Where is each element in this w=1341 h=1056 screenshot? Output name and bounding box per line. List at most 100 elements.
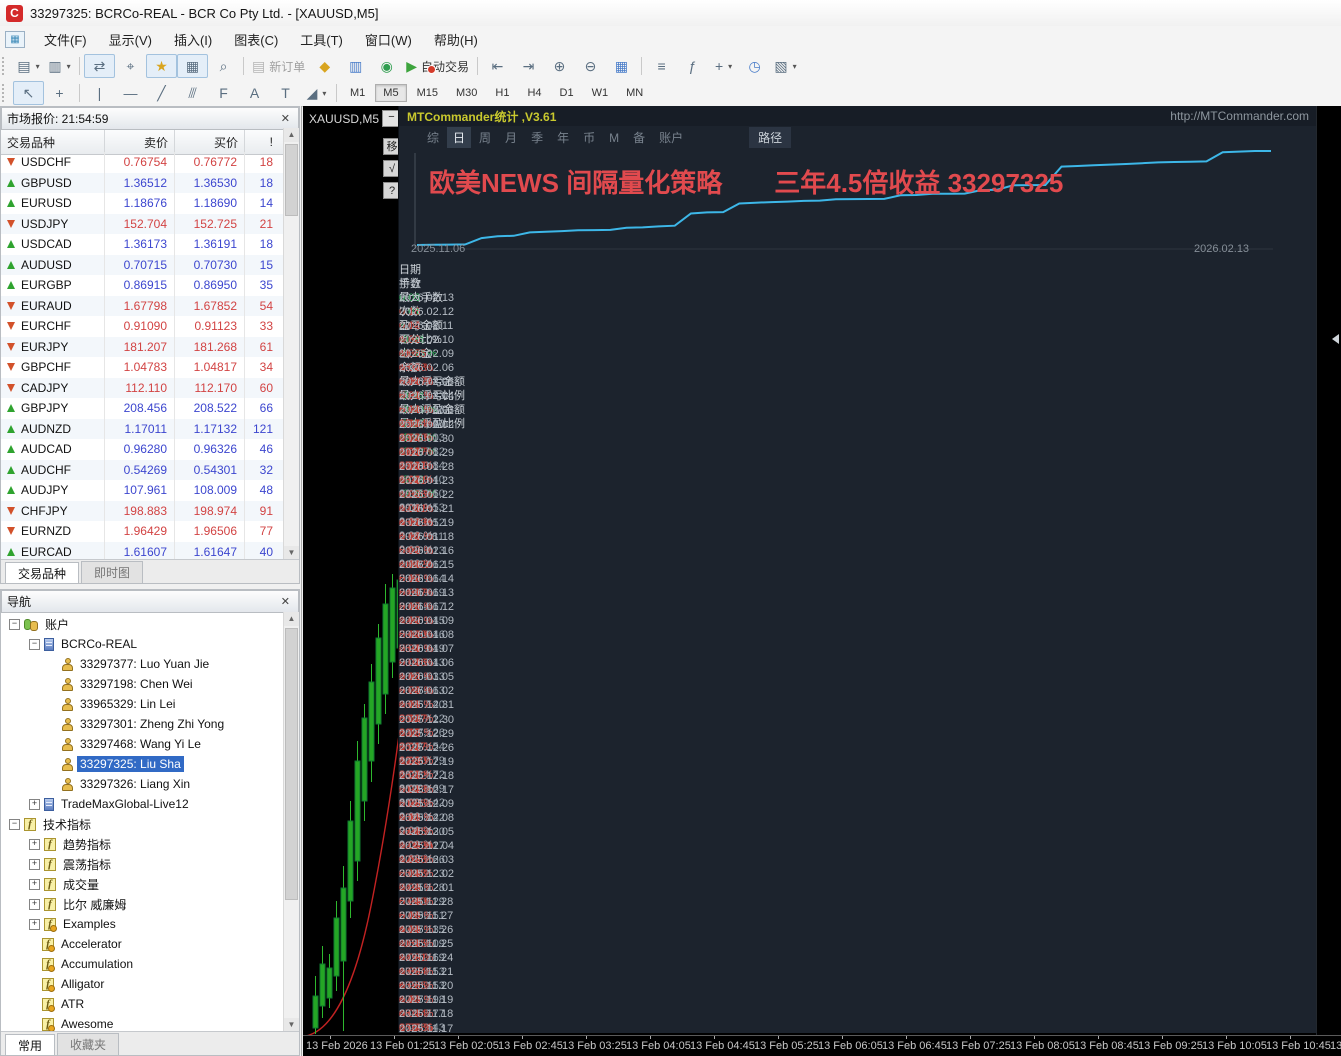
tree-item[interactable]: f Accelerator	[1, 934, 284, 954]
stats-tab-账户[interactable]: 账户	[653, 127, 689, 148]
market-watch-row[interactable]: AUDJPY 107.961 108.009 48	[1, 480, 284, 501]
tab-交易品种[interactable]: 交易品种	[5, 562, 80, 583]
close-icon[interactable]: ✕	[278, 595, 293, 608]
close-icon[interactable]: ✕	[278, 112, 293, 125]
tree-item[interactable]: 33297468: Wang Yi Le	[1, 734, 284, 754]
title-bar[interactable]: C 33297325: BCRCo-REAL - BCR Co Pty Ltd.…	[0, 0, 1341, 27]
menu-item-W[interactable]: 窗口(W)	[354, 27, 423, 52]
toolbar-drag-handle[interactable]	[2, 84, 9, 102]
hline-tool[interactable]: —	[115, 81, 146, 105]
tree-item[interactable]: f Accumulation	[1, 954, 284, 974]
fibonacci-tool[interactable]: F	[208, 81, 239, 105]
stats-tab-日[interactable]: 日	[447, 127, 472, 148]
menu-item-T[interactable]: 工具(T)	[289, 27, 354, 52]
signals-button[interactable]: ◉	[371, 54, 402, 78]
stats-tab-币[interactable]: 币	[577, 127, 601, 148]
market-watch-row[interactable]: EURAUD 1.67798 1.67852 54	[1, 295, 284, 316]
timeframe-MN[interactable]: MN	[618, 84, 651, 102]
scroll-down-icon[interactable]: ▼	[284, 546, 299, 560]
market-watch-row[interactable]: EURUSD 1.18676 1.18690 14	[1, 193, 284, 214]
shapes-tool[interactable]: ◢ ▾	[301, 81, 332, 105]
indicators-button[interactable]: ƒ	[677, 54, 708, 78]
navigator-toggle[interactable]: ★	[146, 54, 177, 78]
tree-item[interactable]: − 账户	[1, 614, 284, 634]
trendline-tool[interactable]: ╱	[146, 81, 177, 105]
scroll-up-icon[interactable]: ▲	[284, 612, 299, 626]
market-watch-row[interactable]: GBPUSD 1.36512 1.36530 18	[1, 172, 284, 193]
scrollbar-thumb[interactable]	[285, 144, 298, 216]
market-watch-toggle[interactable]: ⇄	[84, 54, 115, 78]
tree-item[interactable]: f Awesome	[1, 1014, 284, 1032]
stats-tab-月[interactable]: 月	[499, 127, 523, 148]
strategy-tester-toggle[interactable]: ⌕	[208, 54, 239, 78]
market-watch-row[interactable]: GBPCHF 1.04783 1.04817 34	[1, 357, 284, 378]
tree-item[interactable]: 33297198: Chen Wei	[1, 674, 284, 694]
market-watch-row[interactable]: USDCHF 0.76754 0.76772 18	[1, 152, 284, 173]
tab-收藏夹[interactable]: 收藏夹	[57, 1033, 120, 1055]
crosshair-tool[interactable]: +	[44, 81, 75, 105]
market-watch-row[interactable]: USDCAD 1.36173 1.36191 18	[1, 234, 284, 255]
timeframe-M30[interactable]: M30	[448, 84, 485, 102]
market-watch-row[interactable]: CHFJPY 198.883 198.974 91	[1, 500, 284, 521]
market-watch-row[interactable]: USDJPY 152.704 152.725 21	[1, 213, 284, 234]
terminal-toggle[interactable]: ▦	[177, 54, 208, 78]
tree-item[interactable]: 33297326: Liang Xin	[1, 774, 284, 794]
tree-item[interactable]: − f 技术指标	[1, 814, 284, 834]
label-tool[interactable]: T	[270, 81, 301, 105]
collapse-icon[interactable]: −	[9, 818, 20, 830]
menu-item-F[interactable]: 文件(F)	[33, 27, 98, 52]
tree-item[interactable]: f ATR	[1, 994, 284, 1014]
timeframe-M5[interactable]: M5	[375, 84, 407, 102]
market-watch-row[interactable]: AUDNZD 1.17011 1.17132 121	[1, 418, 284, 439]
tree-item[interactable]: f Alligator	[1, 974, 284, 994]
tree-item[interactable]: + f 趋势指标	[1, 834, 284, 854]
stats-tab-M[interactable]: M	[603, 129, 625, 147]
market-watch-row[interactable]: EURJPY 181.207 181.268 61	[1, 336, 284, 357]
tree-item[interactable]: + f 震荡指标	[1, 854, 284, 874]
market-watch-row[interactable]: AUDCHF 0.54269 0.54301 32	[1, 459, 284, 480]
tree-item[interactable]: 33297377: Luo Yuan Jie	[1, 654, 284, 674]
chart-area[interactable]: XAUUSD,M5 − 移 √ ? MTCommander统计 ,V3.61 h…	[303, 106, 1341, 1056]
timeframe-D1[interactable]: D1	[552, 84, 582, 102]
market-watch-row[interactable]: AUDCAD 0.96280 0.96326 46	[1, 439, 284, 460]
navigator-header[interactable]: 导航 ✕	[1, 590, 299, 613]
new-order-button[interactable]: ▤ 新订单	[248, 54, 309, 78]
collapse-icon[interactable]: −	[9, 618, 20, 630]
stats-panel-titlebar[interactable]: MTCommander统计 ,V3.61 http://MTCommander.…	[399, 106, 1317, 126]
cursor-tool[interactable]: ↖	[13, 81, 44, 105]
market-watch-row[interactable]: CADJPY 112.110 112.170 60	[1, 377, 284, 398]
menu-item-H[interactable]: 帮助(H)	[423, 27, 489, 52]
stats-tab-备[interactable]: 备	[627, 127, 651, 148]
stats-tab-周[interactable]: 周	[473, 127, 497, 148]
stats-tab-综[interactable]: 综	[421, 127, 445, 148]
channel-tool[interactable]: ⫻	[177, 81, 208, 105]
zoom-out-button[interactable]: ⊖	[575, 54, 606, 78]
expand-icon[interactable]: +	[29, 858, 40, 870]
market-watch-row[interactable]: EURGBP 0.86915 0.86950 35	[1, 275, 284, 296]
arrange-button[interactable]: ≡	[646, 54, 677, 78]
scroll-up-icon[interactable]: ▲	[284, 128, 299, 142]
timeframe-M15[interactable]: M15	[409, 84, 446, 102]
stats-tab-季[interactable]: 季	[525, 127, 549, 148]
menu-item-C[interactable]: 图表(C)	[223, 27, 289, 52]
tree-item[interactable]: 33965329: Lin Lei	[1, 694, 284, 714]
market-watch-header[interactable]: 市场报价: 21:54:59 ✕	[1, 107, 299, 130]
expand-icon[interactable]: +	[29, 798, 40, 810]
expand-icon[interactable]: +	[29, 898, 40, 910]
profiles-button[interactable]: ▥ ▾	[44, 54, 75, 78]
market-watch-row[interactable]: GBPJPY 208.456 208.522 66	[1, 398, 284, 419]
tile-windows-button[interactable]: ▦	[606, 54, 637, 78]
market-watch-row[interactable]: EURCHF 0.91090 0.91123 33	[1, 316, 284, 337]
timeframe-M1[interactable]: M1	[342, 84, 373, 102]
timeframe-W1[interactable]: W1	[584, 84, 617, 102]
timeframe-H4[interactable]: H4	[519, 84, 549, 102]
expand-icon[interactable]: +	[29, 918, 40, 930]
metaeditor-button[interactable]: ◆	[309, 54, 340, 78]
tree-item[interactable]: 33297325: Liu Sha	[1, 754, 284, 774]
tree-item[interactable]: + f Examples	[1, 914, 284, 934]
tab-常用[interactable]: 常用	[5, 1034, 56, 1055]
expand-icon[interactable]: +	[29, 838, 40, 850]
vline-tool[interactable]: |	[84, 81, 115, 105]
autotrading-button[interactable]: ▶ 自动交易	[402, 54, 473, 78]
add-indicator-button[interactable]: + ▾	[708, 54, 739, 78]
